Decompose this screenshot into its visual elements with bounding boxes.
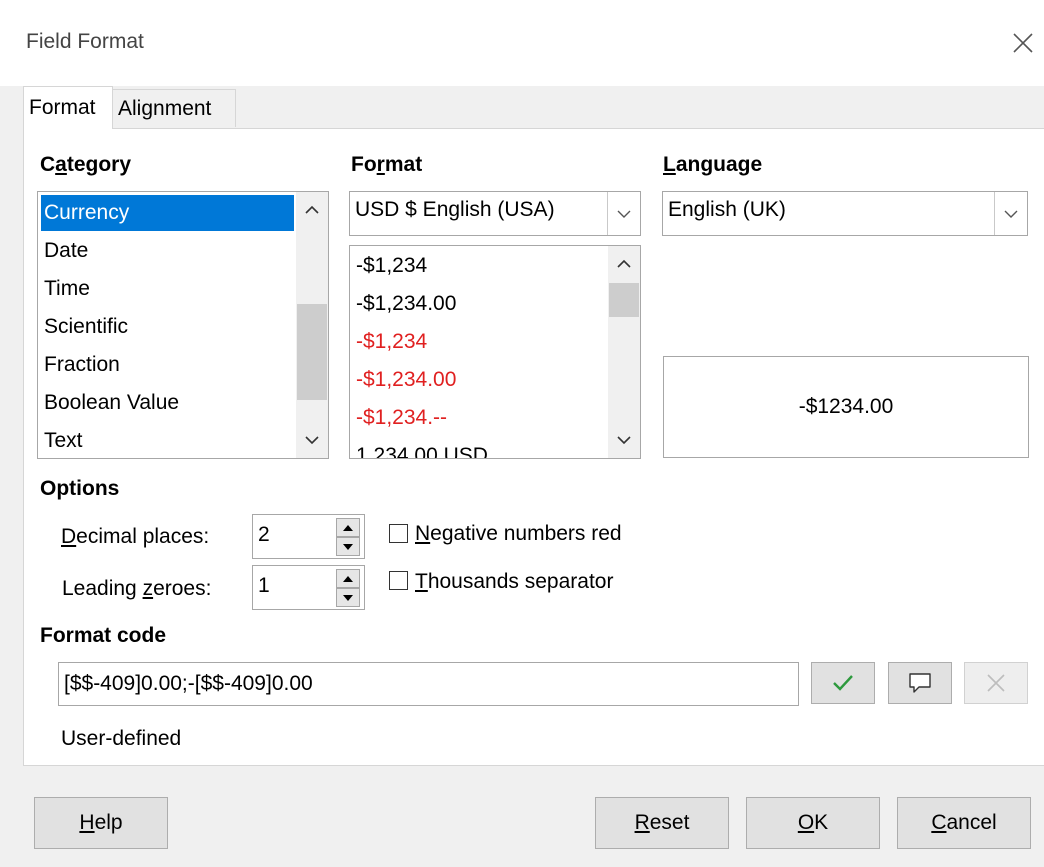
- add-comment-button[interactable]: [888, 662, 952, 704]
- triangle-down-icon: [343, 543, 353, 550]
- reset-button[interactable]: Reset: [595, 797, 729, 849]
- scroll-down-button[interactable]: [608, 424, 640, 456]
- checkmark-icon: [833, 675, 853, 691]
- format-item-text: -$1,234: [356, 254, 428, 277]
- list-item[interactable]: Date: [41, 233, 88, 269]
- decimal-places-label: Decimal places:: [61, 525, 210, 548]
- decimal-places-value: 2: [258, 523, 270, 546]
- format-code-value: [$$-409]0.00;-[$$-409]0.00: [64, 672, 313, 695]
- accept-code-button[interactable]: [811, 662, 875, 704]
- scroll-down-button[interactable]: [296, 424, 328, 456]
- currency-select-value: USD $ English (USA): [355, 198, 555, 221]
- title-bar: [0, 0, 1044, 86]
- help-button[interactable]: Help: [34, 797, 168, 849]
- negative-red-checkbox[interactable]: [389, 524, 408, 543]
- help-button-label: Help: [79, 811, 123, 834]
- list-item[interactable]: Time: [41, 271, 90, 307]
- format-item-text: 1,234.00 USD: [356, 444, 488, 459]
- comment-icon: [909, 673, 931, 693]
- leading-decrement-button[interactable]: [336, 588, 360, 607]
- triangle-up-icon: [343, 524, 353, 531]
- cancel-button[interactable]: Cancel: [897, 797, 1031, 849]
- list-item[interactable]: -$1,234: [353, 324, 427, 360]
- thousands-separator-label: Thousands separator: [415, 570, 614, 593]
- currency-dropdown-button[interactable]: [607, 192, 640, 235]
- window-title: Field Format: [26, 30, 144, 53]
- format-list[interactable]: -$1,234 -$1,234.00 -$1,234 -$1,234.00 -$…: [349, 245, 641, 459]
- format-item-text: -$1,234.00: [356, 292, 457, 315]
- currency-select[interactable]: USD $ English (USA): [349, 191, 641, 236]
- options-heading: Options: [40, 477, 120, 500]
- decimal-decrement-button[interactable]: [336, 537, 360, 556]
- language-dropdown-button[interactable]: [994, 192, 1027, 235]
- format-code-status: User-defined: [61, 727, 182, 750]
- leading-zeroes-label: Leading zeroes:: [62, 577, 212, 600]
- ok-button-label: OK: [797, 811, 829, 834]
- close-button[interactable]: [1002, 22, 1044, 64]
- list-item[interactable]: Boolean Value: [41, 385, 179, 421]
- triangle-up-icon: [343, 575, 353, 582]
- list-item[interactable]: -$1,234: [353, 248, 427, 284]
- chevron-down-icon: [305, 436, 319, 445]
- list-item[interactable]: -$1,234.--: [353, 400, 447, 436]
- cancel-button-label: Cancel: [931, 811, 997, 834]
- preview-value: -$1234.00: [798, 395, 894, 418]
- list-item[interactable]: -$1,234.00: [353, 362, 456, 398]
- chevron-down-icon: [617, 436, 631, 445]
- list-item[interactable]: -$1,234.00: [353, 286, 456, 322]
- list-item[interactable]: Scientific: [41, 309, 128, 345]
- format-heading: Format: [351, 153, 423, 176]
- leading-zeroes-stepper[interactable]: 1: [252, 565, 365, 610]
- chevron-up-icon: [617, 259, 631, 268]
- close-icon: [987, 674, 1005, 692]
- tab-alignment-label: Alignment: [118, 96, 212, 120]
- category-list[interactable]: Currency Date Time Scientific Fraction B…: [37, 191, 329, 459]
- format-code-heading: Format code: [40, 624, 167, 647]
- triangle-down-icon: [343, 594, 353, 601]
- chevron-down-icon: [1004, 210, 1018, 218]
- list-item[interactable]: 1,234.00 USD: [353, 438, 488, 459]
- format-scrollbar[interactable]: [608, 246, 640, 458]
- preview-box: -$1234.00: [663, 356, 1029, 458]
- close-icon: [1013, 33, 1033, 53]
- decimal-places-stepper[interactable]: 2: [252, 514, 365, 559]
- list-item[interactable]: Fraction: [41, 347, 120, 383]
- scroll-thumb[interactable]: [609, 283, 639, 317]
- list-item[interactable]: Currency: [41, 195, 294, 231]
- list-item[interactable]: Text: [41, 423, 83, 458]
- thousands-separator-checkbox[interactable]: [389, 571, 408, 590]
- format-item-text: -$1,234: [356, 330, 428, 353]
- format-item-text: -$1,234.00: [356, 368, 457, 391]
- category-heading: Category: [40, 153, 132, 176]
- chevron-up-icon: [305, 205, 319, 214]
- reset-button-label: Reset: [634, 811, 690, 834]
- scroll-thumb[interactable]: [297, 304, 327, 400]
- format-code-input[interactable]: [$$-409]0.00;-[$$-409]0.00: [58, 662, 799, 706]
- scroll-up-button[interactable]: [608, 248, 640, 280]
- language-heading: Language: [663, 153, 763, 176]
- tab-alignment[interactable]: Alignment: [112, 89, 236, 127]
- decimal-increment-button[interactable]: [336, 518, 360, 537]
- tab-format[interactable]: Format: [23, 86, 113, 129]
- leading-increment-button[interactable]: [336, 569, 360, 588]
- negative-red-label: Negative numbers red: [415, 522, 622, 545]
- language-select[interactable]: English (UK): [662, 191, 1028, 236]
- format-item-text: -$1,234.--: [356, 406, 448, 429]
- ok-button[interactable]: OK: [746, 797, 880, 849]
- chevron-down-icon: [617, 210, 631, 218]
- delete-code-button[interactable]: [964, 662, 1028, 704]
- category-scrollbar[interactable]: [296, 192, 328, 458]
- scroll-up-button[interactable]: [296, 194, 328, 226]
- leading-zeroes-value: 1: [258, 574, 270, 597]
- language-select-value: English (UK): [668, 198, 786, 221]
- tab-format-label: Format: [29, 96, 96, 119]
